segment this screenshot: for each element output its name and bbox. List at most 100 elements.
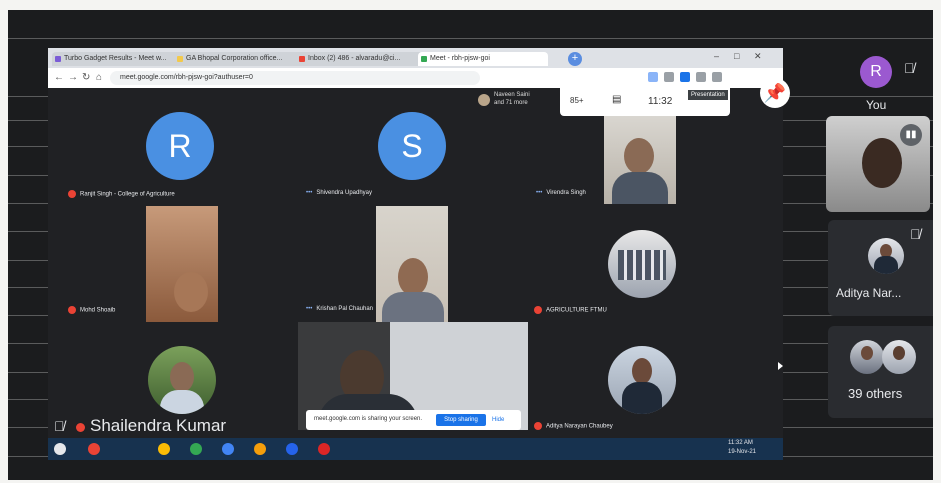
- self-avatar: R: [860, 56, 892, 88]
- browser-tab[interactable]: GA Bhopal Corporation office...: [174, 52, 304, 66]
- folder-icon[interactable]: [254, 443, 266, 455]
- participants-count[interactable]: 85+: [570, 96, 584, 105]
- self-tile: R 🎙̸ You: [828, 50, 933, 114]
- person-head: [632, 358, 652, 384]
- tab-label: Turbo Gadget Results - Meet w...: [64, 55, 167, 62]
- share-message: meet.google.com is sharing your screen.: [314, 416, 423, 422]
- group-people: [618, 250, 666, 280]
- aditya-avatar: [868, 238, 904, 274]
- shared-screen: Turbo Gadget Results - Meet w... GA Bhop…: [48, 48, 783, 460]
- app-icon[interactable]: [190, 443, 202, 455]
- tile-name: Mohd Shoaib: [68, 306, 115, 314]
- photo-of-screen: Turbo Gadget Results - Meet w... GA Bhop…: [8, 10, 933, 480]
- chat-icon[interactable]: ▤: [612, 94, 621, 105]
- close-window-button[interactable]: ✕: [754, 51, 762, 62]
- home-icon[interactable]: ⌂: [96, 72, 102, 83]
- app-icon[interactable]: [158, 443, 170, 455]
- presenter-more: and 71 more: [494, 100, 528, 106]
- speaking-icon: •••: [306, 190, 313, 196]
- person-head: [861, 346, 873, 360]
- speaking-icon: •••: [306, 306, 313, 312]
- maximize-button[interactable]: □: [734, 51, 739, 61]
- person-head: [893, 346, 905, 360]
- extension-icon[interactable]: [664, 72, 674, 82]
- avatar-shailendra-photo: [148, 346, 216, 414]
- person-head: [862, 138, 902, 188]
- tab-favicon: [421, 56, 427, 62]
- tab-favicon: [177, 56, 183, 62]
- browser-tab[interactable]: Turbo Gadget Results - Meet w...: [52, 52, 182, 66]
- tile-name: Ranjit Singh - College of Agriculture: [68, 190, 175, 198]
- speaking-icon: •••: [536, 190, 543, 196]
- self-video: ▮▮: [826, 116, 930, 212]
- app-icon[interactable]: [286, 443, 298, 455]
- tile-name: ••• Shivendra Upadhyay: [306, 190, 373, 196]
- browser-tab[interactable]: Inbox (2) 486 - alvaradu@ci...: [296, 52, 426, 66]
- person-head: [398, 258, 428, 296]
- presentation-thumb[interactable]: Presentation: [688, 90, 728, 100]
- other-avatar-2: [882, 340, 916, 374]
- person-body: [622, 382, 662, 414]
- extension-icon[interactable]: [648, 72, 658, 82]
- presenter-avatar: [478, 94, 490, 106]
- tile-name: Aditya Narayan Chaubey: [534, 422, 613, 430]
- reload-icon[interactable]: ↻: [82, 72, 90, 83]
- forward-arrow-icon[interactable]: →: [68, 72, 78, 83]
- app-icon[interactable]: [88, 443, 100, 455]
- person-head: [170, 362, 194, 392]
- start-icon[interactable]: [54, 443, 66, 455]
- person-body: [160, 390, 204, 414]
- participant-name-shailendra: Shailendra Kumar: [90, 416, 227, 435]
- sidebar-tile-others[interactable]: 39 others: [828, 326, 933, 418]
- person-body: [612, 172, 668, 204]
- presenter-chip: Naveen Saini and 71 more: [478, 92, 548, 108]
- person-head: [624, 138, 654, 174]
- avatar-ranjit: R: [146, 112, 214, 180]
- clock-time: 11:32: [648, 96, 673, 107]
- back-arrow-icon[interactable]: ←: [54, 72, 64, 83]
- video-mohd: [146, 206, 218, 322]
- mic-off-icon: [68, 190, 76, 198]
- other-avatar-1: [850, 340, 884, 374]
- address-bar-row: ← → ↻ ⌂ meet.google.com/rbh-pjsw-goi?aut…: [48, 68, 783, 88]
- mic-off-icon: 🎙̸: [904, 60, 915, 76]
- tile-name: ••• Virendra Singh: [536, 190, 586, 196]
- pin-icon[interactable]: 📌: [760, 78, 790, 108]
- taskbar-date: 19-Nov-21: [728, 449, 757, 455]
- tab-favicon: [55, 56, 61, 62]
- minimize-button[interactable]: –: [714, 51, 719, 61]
- avatar-shivendra: S: [378, 112, 446, 180]
- url-field[interactable]: meet.google.com/rbh-pjsw-goi?authuser=0: [110, 71, 480, 85]
- chrome-icon[interactable]: [222, 443, 234, 455]
- self-label: You: [866, 98, 887, 112]
- taskbar-time: 11:32 AM: [728, 440, 753, 446]
- windows-taskbar: 11:32 AM 19-Nov-21: [48, 438, 783, 460]
- extension-icon[interactable]: [680, 72, 690, 82]
- extension-icon[interactable]: [696, 72, 706, 82]
- person-head: [174, 272, 208, 312]
- presenter-name: Naveen Saini: [494, 92, 530, 98]
- video-agriculture: [608, 230, 676, 298]
- tile-name: ••• Krishan Pal Chauhan: [306, 306, 374, 312]
- scan-line: [8, 38, 933, 39]
- person-body: [874, 256, 898, 274]
- app-icon[interactable]: [318, 443, 330, 455]
- stop-sharing-button[interactable]: Stop sharing: [436, 414, 486, 426]
- mic-off-dot: [76, 423, 85, 432]
- screen-share-notification: meet.google.com is sharing your screen. …: [306, 410, 521, 430]
- tab-label: Meet - rbh-pjsw-goi: [430, 55, 490, 62]
- others-label: 39 others: [848, 386, 903, 401]
- mic-off-icon: [68, 306, 76, 314]
- cursor-icon: [778, 362, 783, 370]
- browser-tab-active[interactable]: Meet - rbh-pjsw-goi: [418, 52, 548, 66]
- extension-icon[interactable]: [712, 72, 722, 82]
- meet-info-bar: 85+ ▤ 11:32 Presentation: [560, 88, 730, 116]
- audio-level-icon: ▮▮: [900, 124, 922, 146]
- video-krishan: [376, 206, 448, 322]
- mic-off-icon: 🎙̸: [54, 418, 65, 434]
- hide-button[interactable]: Hide: [492, 414, 504, 426]
- mic-off-icon: 🎙̸: [910, 226, 921, 242]
- tab-favicon: [299, 56, 305, 62]
- new-tab-button[interactable]: +: [568, 52, 582, 66]
- sidebar-tile-aditya[interactable]: 🎙̸ Aditya Nar...: [828, 220, 933, 316]
